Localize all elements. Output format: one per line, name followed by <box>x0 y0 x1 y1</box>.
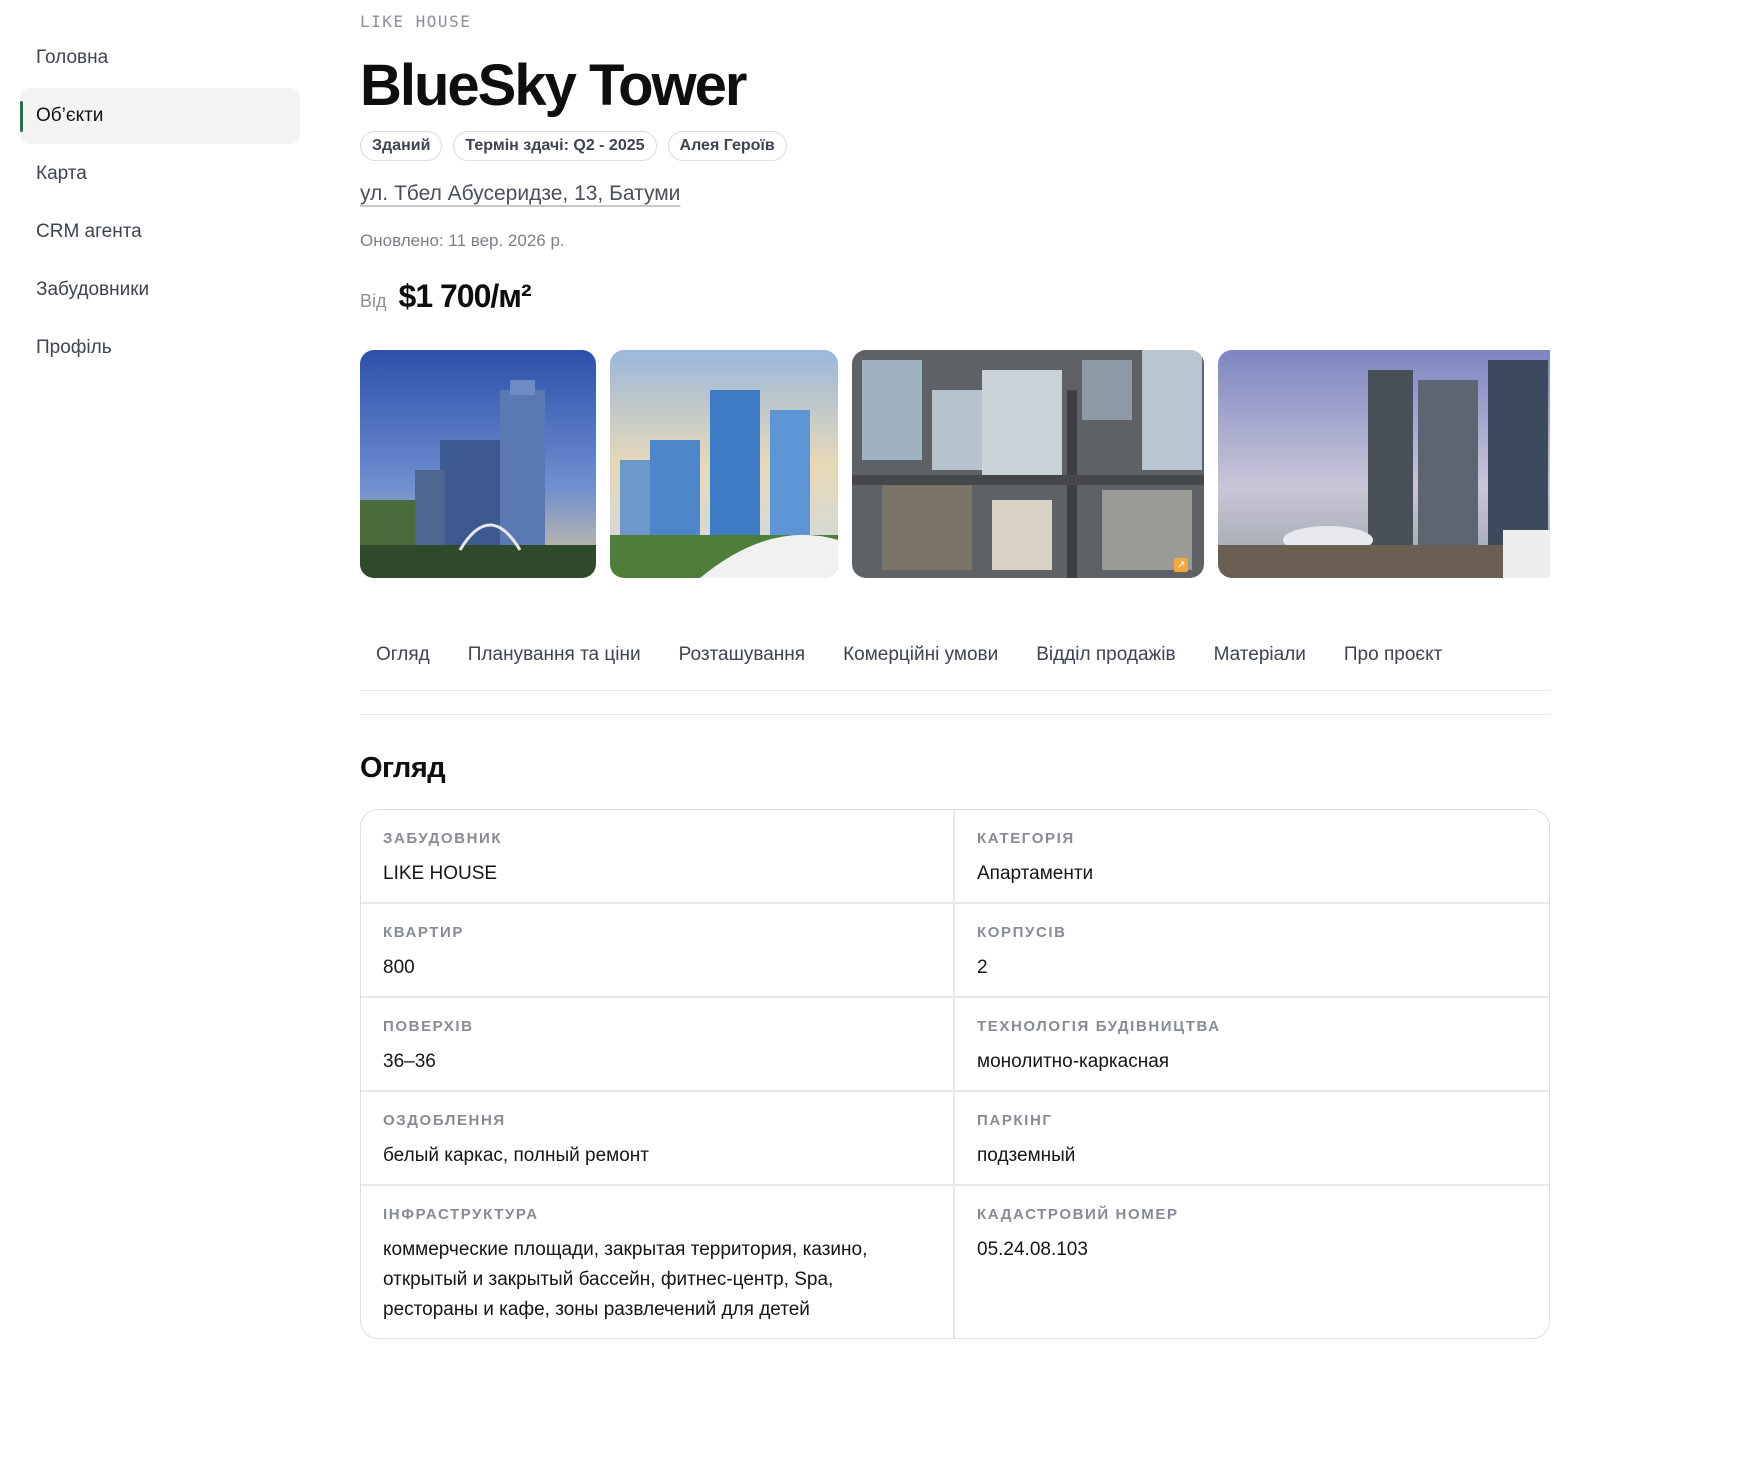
tower-render-photo <box>360 350 596 578</box>
expand-arrow-icon[interactable]: ↗ <box>1174 558 1188 572</box>
sidebar-item-label: Карта <box>36 163 87 184</box>
sidebar-item-developers[interactable]: Забудовники <box>20 262 300 318</box>
tab-location[interactable]: Розташування <box>660 628 824 690</box>
photo-gallery: ↗ <box>360 350 1550 578</box>
price-value: $1 700/м² <box>398 278 532 314</box>
spec-label: Квартир <box>383 924 465 941</box>
spec-value: 36–36 <box>383 1051 436 1072</box>
chip-list: Зданий Термін здачі: Q2 - 2025 Алея Геро… <box>360 131 787 161</box>
spec-label: Корпусів <box>977 924 1067 941</box>
tab-materials[interactable]: Матеріали <box>1195 628 1325 690</box>
spec-finishing: Оздоблення белый каркас, полный ремонт <box>361 1092 955 1186</box>
gallery-photo-2[interactable] <box>610 350 838 578</box>
sidebar-nav: Головна Об’єкти Карта CRM агента Забудов… <box>20 30 300 378</box>
sidebar-item-home[interactable]: Головна <box>20 30 300 86</box>
spec-value: подземный <box>977 1145 1076 1166</box>
spec-label: Поверхів <box>383 1018 474 1035</box>
spec-value: 05.24.08.103 <box>977 1239 1088 1260</box>
tab-layouts-prices[interactable]: Планування та ціни <box>449 628 660 690</box>
tower-coast-render-photo <box>610 350 838 578</box>
spec-value: коммерческие площади, закрытая территори… <box>383 1239 868 1320</box>
developer-eyebrow: LIKE HOUSE <box>360 12 472 31</box>
spec-infrastructure: Інфраструктура коммерческие площади, зак… <box>361 1186 955 1338</box>
spec-label: Категорія <box>977 830 1075 847</box>
status-chip: Зданий <box>360 131 443 161</box>
spec-value: монолитно-каркасная <box>977 1051 1170 1072</box>
tab-sales-department[interactable]: Відділ продажів <box>1017 628 1194 690</box>
sidebar-item-profile[interactable]: Профіль <box>20 320 300 376</box>
overview-title: Огляд <box>360 752 446 784</box>
spec-value: LIKE HOUSE <box>383 863 498 884</box>
updated-date: Оновлено: 11 вер. 2026 р. <box>360 231 565 250</box>
spec-category: Категорія Апартаменти <box>955 810 1549 904</box>
spec-floors: Поверхів 36–36 <box>361 998 955 1092</box>
sidebar-item-objects[interactable]: Об’єкти <box>20 88 300 144</box>
spec-technology: Технологія будівництва монолитно-каркасн… <box>955 998 1549 1092</box>
sidebar-item-crm[interactable]: CRM агента <box>20 204 300 260</box>
spec-value: Апартаменти <box>977 863 1094 884</box>
sidebar-item-label: Об’єкти <box>36 105 104 126</box>
sidebar-item-label: Забудовники <box>36 279 150 300</box>
spec-label: Інфраструктура <box>383 1206 539 1223</box>
spec-label: Кадастровий номер <box>977 1206 1179 1223</box>
price-prefix: Від <box>360 291 387 311</box>
sidebar-item-label: CRM агента <box>36 221 142 242</box>
spec-label: Оздоблення <box>383 1112 506 1129</box>
tab-about[interactable]: Про проєкт <box>1325 628 1461 690</box>
gallery-photo-4[interactable] <box>1218 350 1550 578</box>
spec-developer: Забудовник LIKE HOUSE <box>361 810 955 904</box>
spec-buildings: Корпусів 2 <box>955 904 1549 998</box>
spec-label: Технологія будівництва <box>977 1018 1221 1035</box>
gallery-photo-3[interactable]: ↗ <box>852 350 1204 578</box>
spec-label: Забудовник <box>383 830 503 847</box>
spec-label: Паркінг <box>977 1112 1053 1129</box>
deadline-chip: Термін здачі: Q2 - 2025 <box>453 131 657 161</box>
page-title: BlueSky Tower <box>360 53 747 118</box>
sidebar-item-map[interactable]: Карта <box>20 146 300 202</box>
section-divider <box>360 714 1550 715</box>
spec-parking: Паркінг подземный <box>955 1092 1549 1186</box>
address-link[interactable]: ул. Тбел Абусеридзе, 13, Батуми <box>360 182 680 206</box>
tab-commercial-terms[interactable]: Комерційні умови <box>824 628 1017 690</box>
price-block: Від $1 700/м² <box>360 278 532 315</box>
tab-overview[interactable]: Огляд <box>360 628 449 690</box>
spec-cadastral-number: Кадастровий номер 05.24.08.103 <box>955 1186 1549 1338</box>
aerial-construction-photo <box>852 350 1204 578</box>
spec-apartments: Квартир 800 <box>361 904 955 998</box>
spec-value: 2 <box>977 957 988 978</box>
gallery-photo-1[interactable] <box>360 350 596 578</box>
sidebar-item-label: Головна <box>36 47 109 68</box>
section-tabs: Огляд Планування та ціни Розташування Ко… <box>360 628 1550 691</box>
spec-value: белый каркас, полный ремонт <box>383 1145 649 1166</box>
city-towers-render-photo <box>1218 350 1550 578</box>
district-chip: Алея Героїв <box>667 131 787 161</box>
specs-table: Забудовник LIKE HOUSE Категорія Апартаме… <box>360 809 1550 1339</box>
spec-value: 800 <box>383 957 415 978</box>
sidebar-item-label: Профіль <box>36 337 112 358</box>
